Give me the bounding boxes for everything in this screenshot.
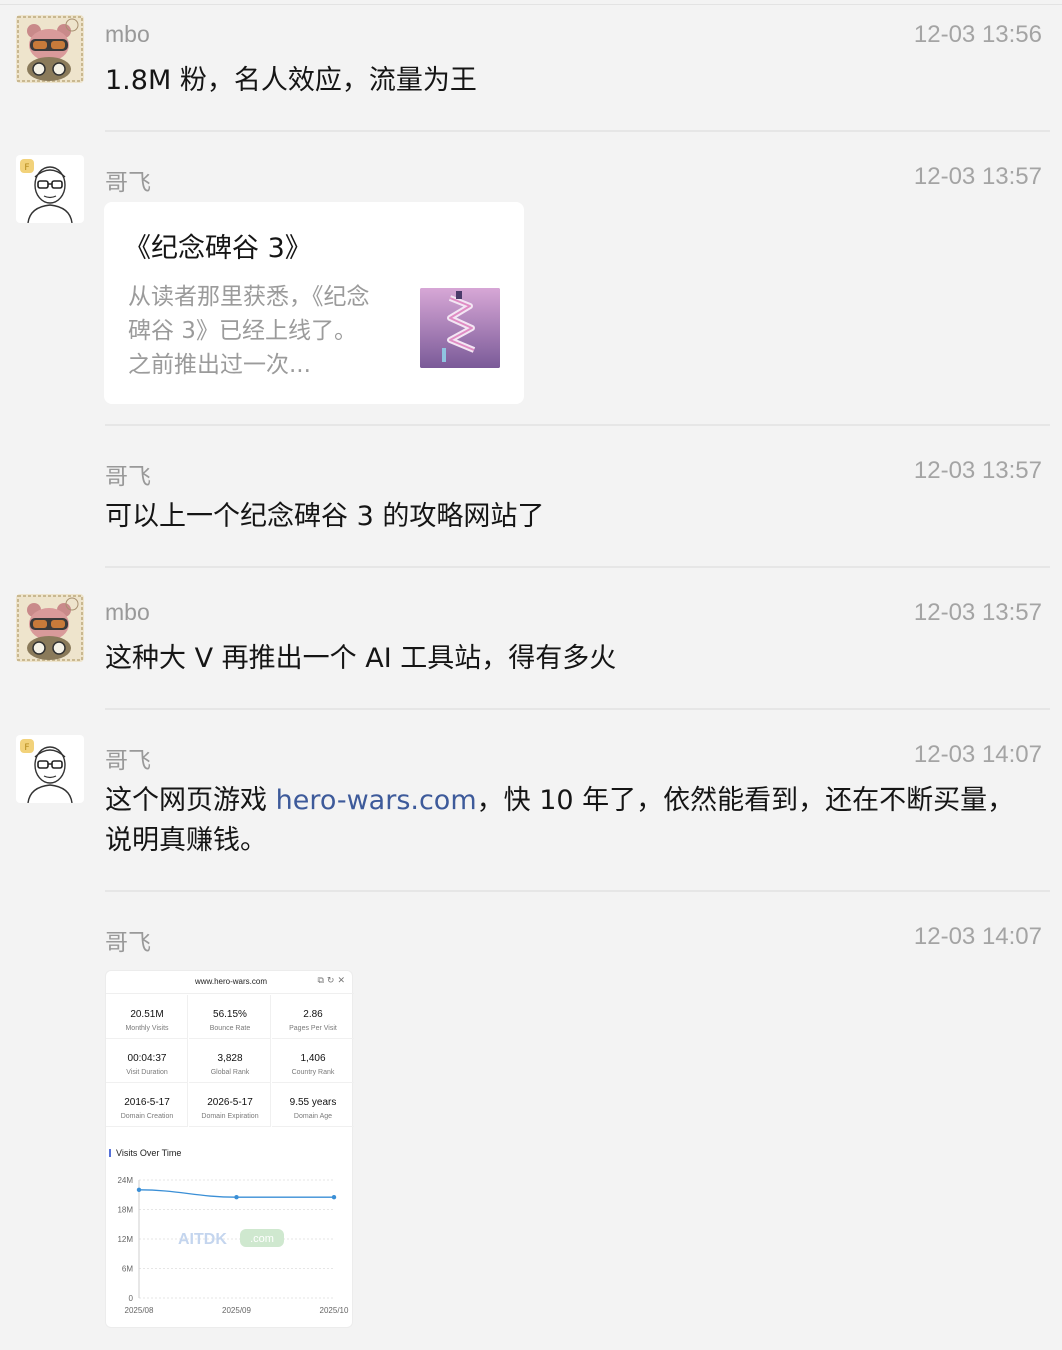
message-divider [105,566,1050,568]
stat-cell: 56.15% Bounce Rate [189,995,271,1039]
stat-label: Monthly Visits [125,1025,169,1032]
y-tick-label: 24M [117,1176,133,1185]
stat-value: 20.51M [130,1009,164,1020]
message-time: 12-03 14:07 [913,923,1042,950]
bear-avatar[interactable] [16,15,84,83]
stat-label: Visit Duration [126,1069,168,1076]
hero-wars-link[interactable]: hero-wars.com [276,785,477,816]
stat-cell: 2026-5-17 Domain Expiration [189,1083,271,1127]
data-point [234,1195,239,1200]
close-icon: ✕ [337,975,348,985]
card-description: 从读者那里获悉，《纪念碑谷 3》已经上线了。之前推出过一次... [128,284,370,378]
stat-cell: 3,828 Global Rank [189,1039,271,1083]
message-time: 12-03 14:07 [913,741,1042,768]
stat-cell: 9.55 years Domain Age [272,1083,354,1127]
data-point [331,1195,337,1200]
stat-value: 2026-5-17 [207,1097,253,1108]
message-divider [105,890,1050,892]
stat-value: 00:04:37 [127,1053,167,1064]
sender-name: 哥飞 [105,463,151,489]
data-point [136,1187,142,1193]
glasses-man-avatar[interactable]: F [16,735,84,803]
stat-label: Domain Age [293,1113,333,1120]
stat-value: 2016-5-17 [124,1097,170,1108]
sender-name: mbo [105,599,150,625]
svg-text:F: F [24,743,29,753]
game-thumbnail [420,288,500,368]
header-divider [106,993,354,994]
link-card[interactable]: 《纪念碑谷 3》 从读者那里获悉，《纪念碑谷 3》已经上线了。之前推出过一次..… [104,202,524,404]
stat-value: 2.86 [303,1009,323,1020]
y-tick-label: 0 [129,1294,134,1303]
bear-avatar[interactable] [16,594,84,662]
screenshot-toolbar: ⧉↻✕ [317,975,348,986]
stat-value: 56.15% [213,1009,247,1020]
message-divider [105,130,1050,132]
stat-value: 9.55 years [289,1097,337,1108]
stat-label: Bounce Rate [209,1025,251,1032]
stat-label: Domain Expiration [201,1113,259,1120]
stat-label: Country Rank [291,1069,335,1076]
message-divider [105,708,1050,710]
stat-cell: 2.86 Pages Per Visit [272,995,354,1039]
sender-name: mbo [105,21,150,47]
visits-line-chart: 0 6M 12M 18M 24M 2025/08 2025/09 2025/10 AITDK .c… [117,1176,349,1315]
aitdk-watermark: AITDK [178,1231,227,1248]
stat-cell: 1,406 Country Rank [272,1039,354,1083]
sender-name: 哥飞 [105,169,151,195]
top-divider [0,4,1062,5]
stat-value: 3,828 [217,1053,243,1064]
x-tick-label: 2025/08 [125,1306,154,1315]
y-tick-label: 6M [122,1265,133,1274]
stat-label: Global Rank [210,1069,250,1076]
sender-name: 哥飞 [105,747,151,773]
x-tick-label: 2025/10 [320,1306,349,1315]
message-time: 12-03 13:57 [913,163,1042,190]
stat-cell: 2016-5-17 Domain Creation [106,1083,188,1127]
message-text: 这种大 V 再推出一个 AI 工具站，得有多火 [105,643,617,674]
message-time: 12-03 13:57 [913,457,1042,484]
message-divider [105,424,1050,426]
message-text: 这个网页游戏 hero-wars.com，快 10 年了，依然能看到，还在不断买… [105,781,1025,861]
sender-name: 哥飞 [105,929,151,955]
chart-title: Visits Over Time [116,1148,182,1158]
refresh-icon: ↻ [326,975,338,985]
stat-label: Pages Per Visit [289,1025,337,1032]
message-text: 可以上一个纪念碑谷 3 的攻略网站了 [105,501,545,532]
message-text-before: 这个网页游戏 [105,785,276,816]
svg-text:F: F [24,163,29,173]
stat-cell: 20.51M Monthly Visits [106,995,188,1039]
message-time: 12-03 13:57 [913,599,1042,626]
share-icon: ⧉ [317,975,327,985]
card-title: 《纪念碑谷 3》 [124,233,312,264]
y-tick-label: 12M [117,1235,133,1244]
stat-value: 1,406 [300,1053,326,1064]
website-stats-screenshot[interactable]: www.hero-wars.com ⧉↻✕ 20.51M Monthly Visi… [105,970,354,1328]
stat-label: Domain Creation [120,1113,174,1120]
section-marker [109,1149,111,1157]
watermark-suffix: .com [250,1233,274,1245]
y-tick-label: 18M [117,1206,133,1215]
message-text: 1.8M 粉，名人效应，流量为王 [105,65,477,96]
x-tick-label: 2025/09 [222,1306,251,1315]
message-time: 12-03 13:56 [913,21,1042,48]
glasses-man-avatar[interactable]: F [16,155,84,223]
stat-cell: 00:04:37 Visit Duration [106,1039,188,1083]
